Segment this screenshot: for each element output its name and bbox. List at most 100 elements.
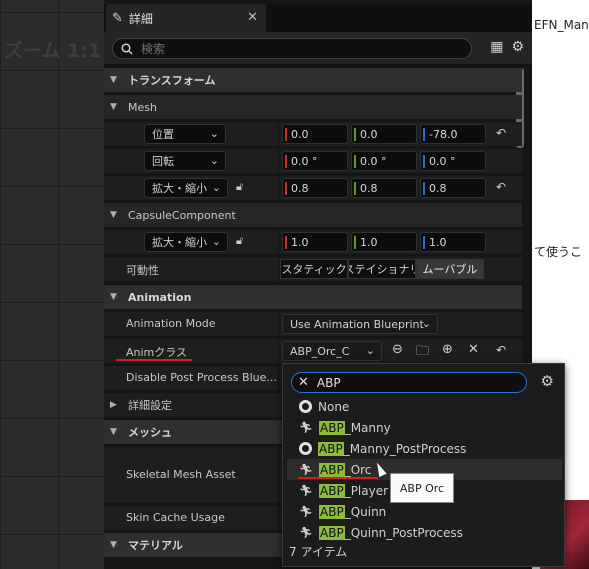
anim-class-picker: ✕ ABP ⚙ None 🏃︎ ABP_Manny ABP_Manny_Post… bbox=[282, 363, 565, 567]
picker-item-abp-quinn-postprocess[interactable]: 🏃︎ ABP_Quinn_PostProcess bbox=[287, 522, 562, 543]
item-label: ABP_Player bbox=[319, 483, 389, 498]
item-label: ABP_Orc bbox=[319, 462, 372, 477]
property-capsule-scale: 拡大・縮小 ⌄ 🔓︎ 1.0 1.0 1.0 bbox=[104, 230, 522, 254]
section-capsule[interactable]: ▼ CapsuleComponent bbox=[104, 203, 522, 227]
anim-blueprint-icon: 🏃︎ bbox=[299, 526, 313, 539]
section-title: Animation bbox=[128, 290, 192, 304]
section-mesh[interactable]: ▼ Mesh bbox=[104, 95, 522, 119]
rotation-z-field[interactable]: 0.0 ° bbox=[420, 151, 486, 171]
scale-dropdown[interactable]: 拡大・縮小 ⌄ bbox=[144, 178, 228, 198]
lock-icon[interactable]: 🔓︎ bbox=[236, 180, 243, 194]
location-y-field[interactable]: 0.0 bbox=[351, 124, 417, 144]
rotation-dropdown[interactable]: 回転 ⌄ bbox=[144, 151, 226, 171]
section-title: トランスフォーム bbox=[128, 74, 216, 87]
expand-arrow-icon: ▶ bbox=[110, 400, 117, 410]
search-input[interactable]: 検索 bbox=[112, 38, 472, 59]
section-title: 詳細設定 bbox=[128, 399, 172, 412]
postprocess-radio-icon bbox=[299, 442, 312, 455]
capsule-scale-x-field[interactable]: 1.0 bbox=[282, 232, 348, 252]
anim-blueprint-icon: 🏃︎ bbox=[299, 421, 313, 434]
viewport-background: ズーム 1:1 bbox=[0, 0, 104, 569]
reset-arrow-icon[interactable]: ↶ bbox=[496, 343, 506, 357]
location-z-field[interactable]: -78.0 bbox=[420, 124, 486, 144]
section-animation[interactable]: ▼ Animation bbox=[104, 285, 522, 309]
item-label: None bbox=[318, 399, 350, 414]
capsule-scale-dropdown[interactable]: 拡大・縮小 ⌄ bbox=[144, 232, 228, 252]
anim-blueprint-icon: 🏃︎ bbox=[299, 505, 313, 518]
collapse-arrow-icon: ▼ bbox=[110, 210, 117, 220]
mobility-movable-button[interactable]: ムーバブル bbox=[416, 259, 484, 279]
rotation-y-field[interactable]: 0.0 ° bbox=[351, 151, 417, 171]
chevron-down-icon: ⌄ bbox=[211, 235, 221, 248]
chevron-down-icon: ⌄ bbox=[211, 181, 221, 194]
background-text-1: EFN_Man bbox=[534, 18, 589, 32]
disable-pp-label: Disable Post Process Blue... bbox=[126, 371, 277, 384]
zoom-label: ズーム 1:1 bbox=[4, 40, 102, 62]
picker-search-value: ABP bbox=[316, 375, 341, 390]
skin-cache-label: Skin Cache Usage bbox=[126, 511, 225, 524]
mobility-static-button[interactable]: スタティック bbox=[280, 259, 348, 279]
section-title: CapsuleComponent bbox=[128, 208, 236, 222]
tab-details[interactable]: ✎ 詳細 ✕ bbox=[106, 4, 266, 32]
picker-item-abp-quinn[interactable]: 🏃︎ ABP_Quinn bbox=[287, 501, 562, 522]
table-view-icon[interactable]: ▦ bbox=[490, 39, 503, 55]
item-label: ABP_Manny_PostProcess bbox=[318, 441, 467, 456]
browse-folder-icon[interactable]: 🗀︎ bbox=[416, 342, 429, 364]
anim-class-dropdown[interactable]: ABP_Orc_C ⌄ bbox=[282, 341, 382, 361]
picker-item-abp-manny-postprocess[interactable]: ABP_Manny_PostProcess bbox=[287, 438, 562, 459]
section-transform[interactable]: ▼ トランスフォーム bbox=[104, 68, 522, 92]
capsule-scale-y-field[interactable]: 1.0 bbox=[351, 232, 417, 252]
chevron-down-icon: ⌄ bbox=[421, 317, 431, 330]
skeletal-mesh-label: Skeletal Mesh Asset bbox=[126, 468, 236, 481]
property-rotation: 回転 ⌄ 0.0 ° 0.0 ° 0.0 ° bbox=[104, 149, 522, 173]
browse-back-icon[interactable]: ⊖ bbox=[392, 342, 403, 357]
scale-z-field[interactable]: 0.8 bbox=[420, 178, 486, 198]
section-title: Mesh bbox=[128, 100, 157, 114]
search-placeholder: 検索 bbox=[141, 42, 166, 56]
gear-icon[interactable]: ⚙ bbox=[541, 372, 554, 390]
collapse-arrow-icon: ▼ bbox=[110, 292, 117, 302]
picker-search-input[interactable]: ✕ ABP bbox=[291, 372, 527, 393]
reset-arrow-icon[interactable]: ↶ bbox=[496, 180, 506, 194]
reset-arrow-icon[interactable]: ↶ bbox=[496, 126, 506, 140]
clear-search-icon[interactable]: ✕ bbox=[298, 375, 309, 390]
item-label: ABP_Quinn bbox=[319, 504, 387, 519]
section-title: マテリアル bbox=[128, 539, 183, 552]
chevron-down-icon: ⌄ bbox=[365, 344, 375, 357]
picker-list: None 🏃︎ ABP_Manny ABP_Manny_PostProcess … bbox=[287, 396, 562, 543]
clear-icon[interactable]: ✕ bbox=[468, 342, 479, 357]
location-x-field[interactable]: 0.0 bbox=[282, 124, 348, 144]
background-text-2: て使うこ bbox=[534, 245, 583, 259]
close-icon[interactable]: ✕ bbox=[247, 10, 258, 25]
add-icon[interactable]: ⊕ bbox=[442, 342, 453, 357]
item-label: ABP_Manny bbox=[319, 420, 391, 435]
mobility-label: 可動性 bbox=[126, 264, 159, 277]
anim-blueprint-icon: 🏃︎ bbox=[299, 484, 313, 497]
none-radio-icon bbox=[299, 400, 312, 413]
collapse-arrow-icon: ▼ bbox=[110, 427, 117, 437]
rotation-x-field[interactable]: 0.0 ° bbox=[282, 151, 348, 171]
search-row: 検索 ▦ ⚙ bbox=[104, 32, 532, 64]
location-dropdown[interactable]: 位置 ⌄ bbox=[144, 124, 226, 144]
picker-item-none[interactable]: None bbox=[287, 396, 562, 417]
annotation-underline-anim-class bbox=[116, 359, 192, 361]
property-location: 位置 ⌄ 0.0 0.0 -78.0 ↶ bbox=[104, 122, 522, 146]
animation-mode-label: Animation Mode bbox=[126, 317, 216, 330]
scale-y-field[interactable]: 0.8 bbox=[351, 178, 417, 198]
section-title: メッシュ bbox=[128, 426, 172, 439]
item-label: ABP_Quinn_PostProcess bbox=[319, 525, 463, 540]
pencil-icon: ✎ bbox=[112, 10, 123, 26]
picker-item-count: 7 アイテム bbox=[289, 545, 348, 559]
gear-icon[interactable]: ⚙ bbox=[511, 39, 524, 55]
chevron-down-icon: ⌄ bbox=[209, 154, 219, 167]
scale-x-field[interactable]: 0.8 bbox=[282, 178, 348, 198]
picker-item-abp-manny[interactable]: 🏃︎ ABP_Manny bbox=[287, 417, 562, 438]
lock-icon[interactable]: 🔓︎ bbox=[236, 234, 243, 248]
tooltip: ABP Orc bbox=[390, 473, 454, 503]
chevron-down-icon: ⌄ bbox=[209, 127, 219, 140]
animation-mode-dropdown[interactable]: Use Animation Blueprint ⌄ bbox=[282, 314, 438, 334]
mobility-stationary-button[interactable]: ステイショナリ bbox=[348, 259, 416, 279]
capsule-scale-z-field[interactable]: 1.0 bbox=[420, 232, 486, 252]
anim-class-label: Animクラス bbox=[126, 346, 188, 359]
tab-title: 詳細 bbox=[128, 11, 153, 26]
